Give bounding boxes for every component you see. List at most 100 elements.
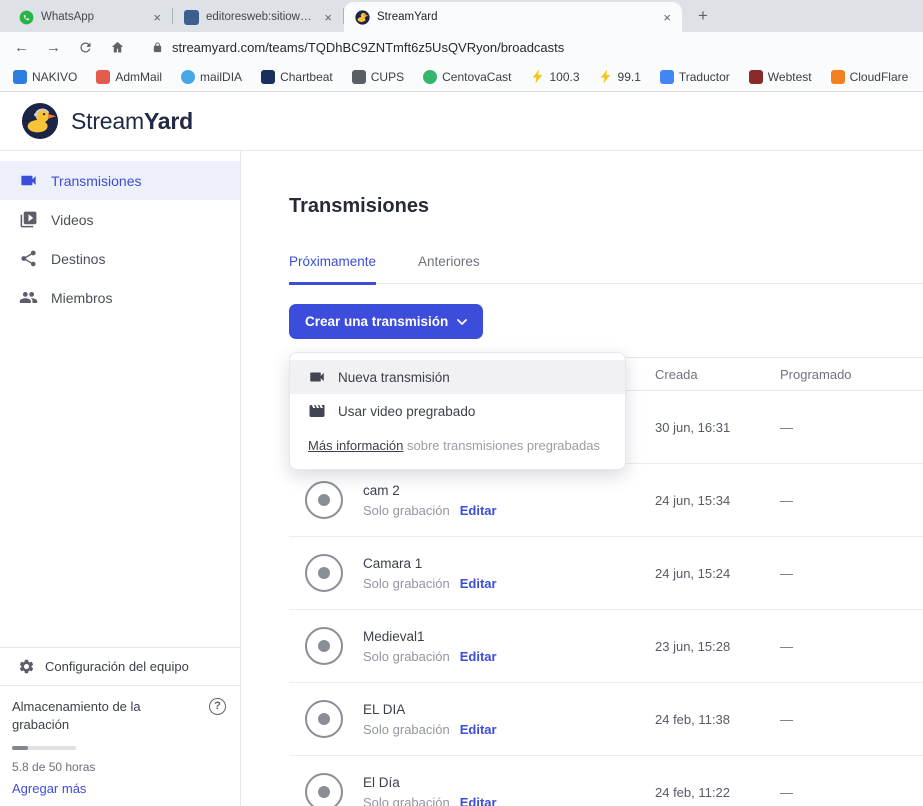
browser-tab-strip: WhatsApp × editoresweb:sitioweb:eldia.co… <box>0 0 923 32</box>
videocam-icon <box>308 368 326 386</box>
add-more-link[interactable]: Agregar más <box>12 781 226 796</box>
cloud-icon <box>831 70 845 84</box>
bookmark-label: AdmMail <box>115 70 162 84</box>
create-broadcast-button[interactable]: Crear una transmisión <box>289 304 483 339</box>
broadcast-tabs: Próximamente Anteriores <box>289 254 923 284</box>
menu-item-label: Nueva transmisión <box>338 370 450 385</box>
bookmark-cups[interactable]: CUPS <box>352 70 404 84</box>
close-icon[interactable]: × <box>321 10 335 25</box>
broadcast-subtitle: Solo grabación <box>363 795 450 806</box>
tab-anteriores[interactable]: Anteriores <box>418 254 480 285</box>
gear-icon <box>18 658 35 675</box>
wordmark-yard: Yard <box>144 108 193 134</box>
admmail-icon <box>96 70 110 84</box>
people-icon <box>19 288 38 307</box>
scheduled-date: — <box>780 566 923 581</box>
storage-progress-fill <box>12 746 28 750</box>
menu-item-label: Usar video pregrabado <box>338 404 475 419</box>
storage-section: Almacenamiento de la grabación ? 5.8 de … <box>0 685 240 806</box>
share-icon <box>19 249 38 268</box>
tab-title: editoresweb:sitioweb:eldia.co <box>206 11 314 23</box>
created-date: 24 jun, 15:24 <box>655 566 780 581</box>
whatsapp-icon <box>19 10 34 25</box>
broadcast-name: Camara 1 <box>363 556 497 571</box>
maildia-icon <box>181 70 195 84</box>
edit-link[interactable]: Editar <box>460 503 497 518</box>
tab-proximamente[interactable]: Próximamente <box>289 254 376 285</box>
created-date: 24 feb, 11:22 <box>655 785 780 800</box>
sidebar-item-label: Transmisiones <box>51 173 142 189</box>
bookmark-label: 99.1 <box>618 70 641 84</box>
lightning-icon <box>599 70 613 84</box>
translate-icon <box>660 70 674 84</box>
broadcast-name: EL DIA <box>363 702 497 717</box>
table-row[interactable]: Camara 1 Solo grabación Editar 24 jun, 15… <box>289 537 923 610</box>
main-content: Transmisiones Próximamente Anteriores Cr… <box>241 151 923 806</box>
record-icon <box>305 554 343 592</box>
team-settings-label: Configuración del equipo <box>45 659 189 674</box>
browser-tab-editoresweb[interactable]: editoresweb:sitioweb:eldia.co × <box>173 2 343 32</box>
bookmark-maildia[interactable]: mailDIA <box>181 70 242 84</box>
site-favicon <box>184 10 199 25</box>
table-row[interactable]: El Día Solo grabaciónEditar 24 feb, 11:2… <box>289 756 923 806</box>
sidebar: Transmisiones Videos Destinos Miembros C… <box>0 151 241 806</box>
address-bar[interactable]: streamyard.com/teams/TQDhBC9ZNTmft6z5UsQ… <box>142 40 909 55</box>
reload-icon[interactable] <box>78 40 93 55</box>
sidebar-item-transmisiones[interactable]: Transmisiones <box>0 161 240 200</box>
close-icon[interactable]: × <box>150 10 164 25</box>
column-programado: Programado <box>780 367 923 382</box>
sidebar-item-label: Videos <box>51 212 94 228</box>
record-icon <box>305 773 343 806</box>
edit-link[interactable]: Editar <box>460 576 497 591</box>
scheduled-date: — <box>780 785 923 800</box>
broadcast-subtitle: Solo grabación <box>363 576 450 591</box>
bookmark-cloudflare[interactable]: CloudFlare <box>831 70 909 84</box>
bookmark-admmail[interactable]: AdmMail <box>96 70 162 84</box>
bookmark-label: mailDIA <box>200 70 242 84</box>
storage-label: Almacenamiento de la grabación <box>12 698 170 734</box>
browser-tab-whatsapp[interactable]: WhatsApp × <box>8 2 172 32</box>
broadcast-name: Medieval1 <box>363 629 497 644</box>
bookmark-991[interactable]: 99.1 <box>599 70 641 84</box>
wordmark-stream: Stream <box>71 108 144 134</box>
menu-item-nueva-transmision[interactable]: Nueva transmisión <box>290 360 625 394</box>
sidebar-item-destinos[interactable]: Destinos <box>0 239 240 278</box>
browser-tab-streamyard[interactable]: StreamYard × <box>344 2 682 32</box>
video-library-icon <box>19 210 38 229</box>
edit-link[interactable]: Editar <box>460 649 497 664</box>
back-icon[interactable]: ← <box>14 40 29 55</box>
sidebar-item-label: Miembros <box>51 290 112 306</box>
bookmarks-bar: NAKIVO AdmMail mailDIA Chartbeat CUPS Ce… <box>0 62 923 92</box>
bookmark-traductor[interactable]: Traductor <box>660 70 730 84</box>
table-row[interactable]: cam 2 Solo grabaciónEditar 24 jun, 15:34… <box>289 464 923 537</box>
streamyard-logo-icon <box>21 102 59 140</box>
lightning-icon <box>530 70 544 84</box>
mas-informacion-link[interactable]: Más información <box>308 438 403 453</box>
forward-icon[interactable]: → <box>46 40 61 55</box>
streamyard-wordmark[interactable]: StreamYard <box>71 108 193 135</box>
sidebar-item-miembros[interactable]: Miembros <box>0 278 240 317</box>
bookmark-nakivo[interactable]: NAKIVO <box>13 70 77 84</box>
scheduled-date: — <box>780 712 923 727</box>
menu-item-video-pregrabado[interactable]: Usar video pregrabado <box>290 394 625 428</box>
help-icon[interactable]: ? <box>209 698 226 715</box>
home-icon[interactable] <box>110 40 125 55</box>
close-icon[interactable]: × <box>660 10 674 25</box>
edit-link[interactable]: Editar <box>460 722 497 737</box>
bookmark-centovacast[interactable]: CentovaCast <box>423 70 511 84</box>
column-creada: Creada <box>655 367 780 382</box>
edit-link[interactable]: Editar <box>460 795 497 806</box>
scheduled-date: — <box>780 639 923 654</box>
table-row[interactable]: Medieval1 Solo grabaciónEditar 23 jun, 1… <box>289 610 923 683</box>
bookmark-webtest[interactable]: Webtest <box>749 70 812 84</box>
sidebar-item-videos[interactable]: Videos <box>0 200 240 239</box>
table-row[interactable]: EL DIA Solo grabaciónEditar 24 feb, 11:3… <box>289 683 923 756</box>
new-tab-button[interactable]: + <box>692 6 714 26</box>
created-date: 24 jun, 15:34 <box>655 493 780 508</box>
bookmark-1003[interactable]: 100.3 <box>530 70 579 84</box>
record-icon <box>305 700 343 738</box>
bookmark-chartbeat[interactable]: Chartbeat <box>261 70 333 84</box>
created-date: 30 jun, 16:31 <box>655 420 780 435</box>
created-date: 24 feb, 11:38 <box>655 712 780 727</box>
team-settings-button[interactable]: Configuración del equipo <box>0 647 240 685</box>
